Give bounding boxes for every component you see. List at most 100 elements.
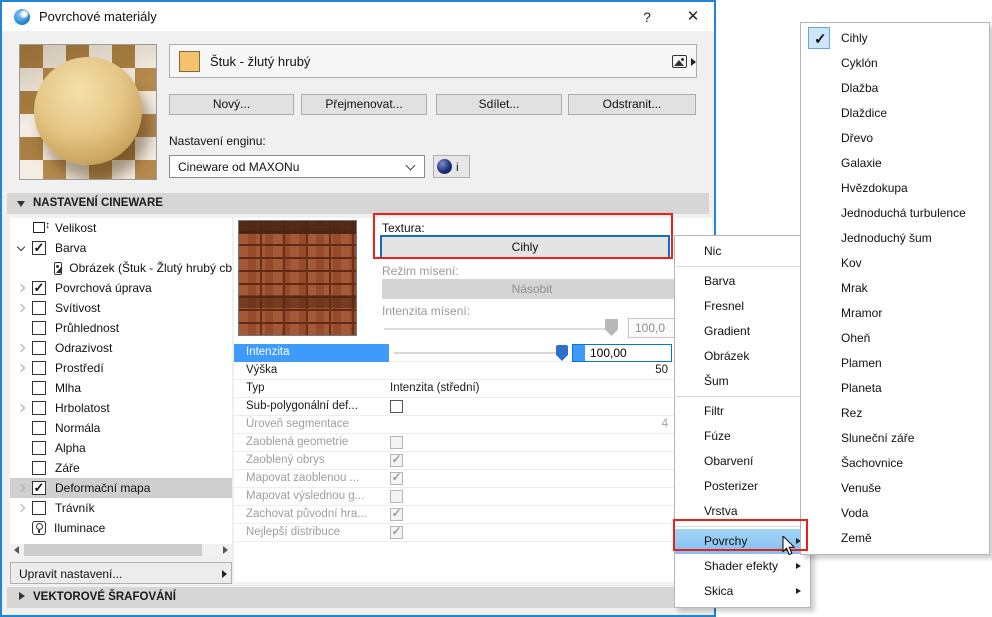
menu-item-posterizer[interactable]: Posterizer	[675, 474, 810, 499]
checkbox	[390, 452, 403, 467]
submenu-item-mramor[interactable]: Mramor	[801, 301, 989, 326]
chevron-expanded-icon[interactable]	[16, 242, 26, 251]
tree-item-barva[interactable]: Barva	[10, 238, 232, 258]
chevron-collapsed-icon[interactable]	[16, 303, 26, 313]
scrollbar-thumb[interactable]	[24, 544, 202, 556]
submenu-item-drevo[interactable]: Dřevo	[801, 126, 989, 151]
menu-item-gradient[interactable]: Gradient	[675, 319, 810, 344]
checkbox[interactable]	[32, 240, 46, 256]
checkbox[interactable]	[32, 480, 46, 496]
menu-item-fuze[interactable]: Fúze	[675, 424, 810, 449]
chevron-collapsed-icon[interactable]	[16, 483, 26, 493]
menu-item-obarveni[interactable]: Obarvení	[675, 449, 810, 474]
submenu-item-ohen[interactable]: Oheň	[801, 326, 989, 351]
tree-item-mlha[interactable]: Mlha	[10, 378, 232, 398]
table-row-vyska[interactable]: Výška 50	[234, 362, 674, 380]
tree-item-odrazivost[interactable]: Odrazivost	[10, 338, 232, 358]
table-row-mapovat-zaoblenou: Mapovat zaoblenou ...	[234, 470, 674, 488]
menu-item-fresnel[interactable]: Fresnel	[675, 294, 810, 319]
chevron-collapsed-icon[interactable]	[16, 503, 26, 513]
menu-item-sum[interactable]: Šum	[675, 369, 810, 394]
submenu-item-zeme[interactable]: Země	[801, 526, 989, 551]
menu-item-shader-efekty[interactable]: Shader efekty	[675, 554, 810, 579]
table-row-intenzita[interactable]: Intenzita 100,00	[234, 344, 674, 362]
tree-item-iluminace[interactable]: Iluminace	[10, 518, 232, 538]
material-name-field[interactable]: Štuk - žlutý hrubý	[169, 44, 697, 78]
table-row-typ[interactable]: Typ Intenzita (střední)	[234, 380, 674, 398]
chevron-collapsed-icon[interactable]	[16, 403, 26, 413]
blend-mode-button: Násobit	[382, 279, 682, 299]
submenu-item-voda[interactable]: Voda	[801, 501, 989, 526]
submenu-item-sachovnice[interactable]: Šachovnice	[801, 451, 989, 476]
tree-item-travnik[interactable]: Trávník	[10, 498, 232, 518]
flyout-arrow-icon[interactable]	[691, 58, 696, 66]
submenu-item-slunecni-zare[interactable]: Sluneční záře	[801, 426, 989, 451]
menu-item-obrazek[interactable]: Obrázek	[675, 344, 810, 369]
scroll-left-icon[interactable]	[14, 546, 19, 554]
chevron-collapsed-icon[interactable]	[16, 343, 26, 353]
intensity-slider-thumb[interactable]	[556, 345, 568, 361]
section-cineware[interactable]: NASTAVENÍ CINEWARE	[7, 193, 709, 214]
tree-item-povrchova-uprava[interactable]: Povrchová úprava	[10, 278, 232, 298]
new-button[interactable]: Nový...	[169, 94, 294, 115]
tree-item-velikost[interactable]: Velikost	[10, 218, 232, 238]
submenu-item-galaxie[interactable]: Galaxie	[801, 151, 989, 176]
checkbox[interactable]	[390, 400, 403, 413]
checkbox[interactable]	[32, 361, 46, 375]
tree-item-prostredi[interactable]: Prostředí	[10, 358, 232, 378]
submenu-item-planeta[interactable]: Planeta	[801, 376, 989, 401]
scroll-right-icon[interactable]	[223, 546, 228, 554]
tree-item-pruhlednost[interactable]: Průhlednost	[10, 318, 232, 338]
checkbox[interactable]	[32, 401, 46, 415]
section-vector-hatching[interactable]: VEKTOROVÉ ŠRAFOVÁNÍ	[7, 587, 709, 608]
tree-item-zare[interactable]: Záře	[10, 458, 232, 478]
submenu-item-cyklon[interactable]: Cyklón	[801, 51, 989, 76]
image-icon[interactable]	[672, 55, 687, 68]
submenu-item-plamen[interactable]: Plamen	[801, 351, 989, 376]
tree-item-deformacni-mapa[interactable]: Deformační mapa	[10, 478, 232, 498]
menu-item-filtr[interactable]: Filtr	[675, 399, 810, 424]
tree-item-obrazek[interactable]: Obrázek (Štuk - Žlutý hrubý cb	[10, 258, 232, 278]
checkbox[interactable]	[32, 461, 46, 475]
annotation-box-texture	[373, 213, 673, 259]
intensity-slider[interactable]	[394, 352, 564, 354]
intensity-input[interactable]: 100,00	[572, 344, 672, 362]
checkbox[interactable]	[32, 341, 46, 355]
help-button[interactable]: ?	[634, 6, 660, 28]
rename-button[interactable]: Přejmenovat...	[301, 94, 427, 115]
checkbox[interactable]	[32, 441, 46, 455]
checkbox[interactable]	[32, 501, 46, 515]
menu-item-barva[interactable]: Barva	[675, 269, 810, 294]
submenu-item-rez[interactable]: Rez	[801, 401, 989, 426]
submenu-item-jednoduchy-sum[interactable]: Jednoduchý šum	[801, 226, 989, 251]
checkbox[interactable]	[32, 321, 46, 335]
tree-item-normala[interactable]: Normála	[10, 418, 232, 438]
submenu-item-dlazba[interactable]: Dlažba	[801, 76, 989, 101]
tree-horizontal-scrollbar[interactable]	[10, 544, 232, 556]
menu-item-skica[interactable]: Skica	[675, 579, 810, 604]
tree-item-alpha[interactable]: Alpha	[10, 438, 232, 458]
chevron-collapsed-icon[interactable]	[16, 363, 26, 373]
submenu-item-venuse[interactable]: Venuše	[801, 476, 989, 501]
tree-item-hrbolatost[interactable]: Hrbolatost	[10, 398, 232, 418]
submenu-item-mrak[interactable]: Mrak	[801, 276, 989, 301]
submenu-item-dlazdice[interactable]: Dlaždice	[801, 101, 989, 126]
checkbox[interactable]	[32, 381, 46, 395]
engine-select[interactable]: Cineware od MAXONu	[169, 155, 425, 178]
share-button[interactable]: Sdílet...	[436, 94, 562, 115]
menu-item-nic[interactable]: Nic	[675, 239, 810, 264]
close-button[interactable]: ✕	[680, 6, 706, 28]
submenu-item-kov[interactable]: Kov	[801, 251, 989, 276]
submenu-item-jednoducha-turbulence[interactable]: Jednoduchá turbulence	[801, 201, 989, 226]
checkbox[interactable]	[32, 280, 46, 296]
tree-item-svitivost[interactable]: Svítivost	[10, 298, 232, 318]
delete-button[interactable]: Odstranit...	[568, 94, 696, 115]
cinema4d-info-button[interactable]: i	[433, 155, 470, 178]
submenu-item-hvezdokupa[interactable]: Hvězdokupa	[801, 176, 989, 201]
submenu-item-cihly[interactable]: Cihly	[801, 26, 989, 52]
checkbox[interactable]	[32, 421, 46, 435]
table-row-subpolygonalni[interactable]: Sub-polygonální def...	[234, 398, 674, 416]
checkbox[interactable]	[32, 301, 46, 315]
edit-settings-button[interactable]: Upravit nastavení...	[10, 562, 232, 584]
chevron-collapsed-icon[interactable]	[16, 283, 26, 293]
